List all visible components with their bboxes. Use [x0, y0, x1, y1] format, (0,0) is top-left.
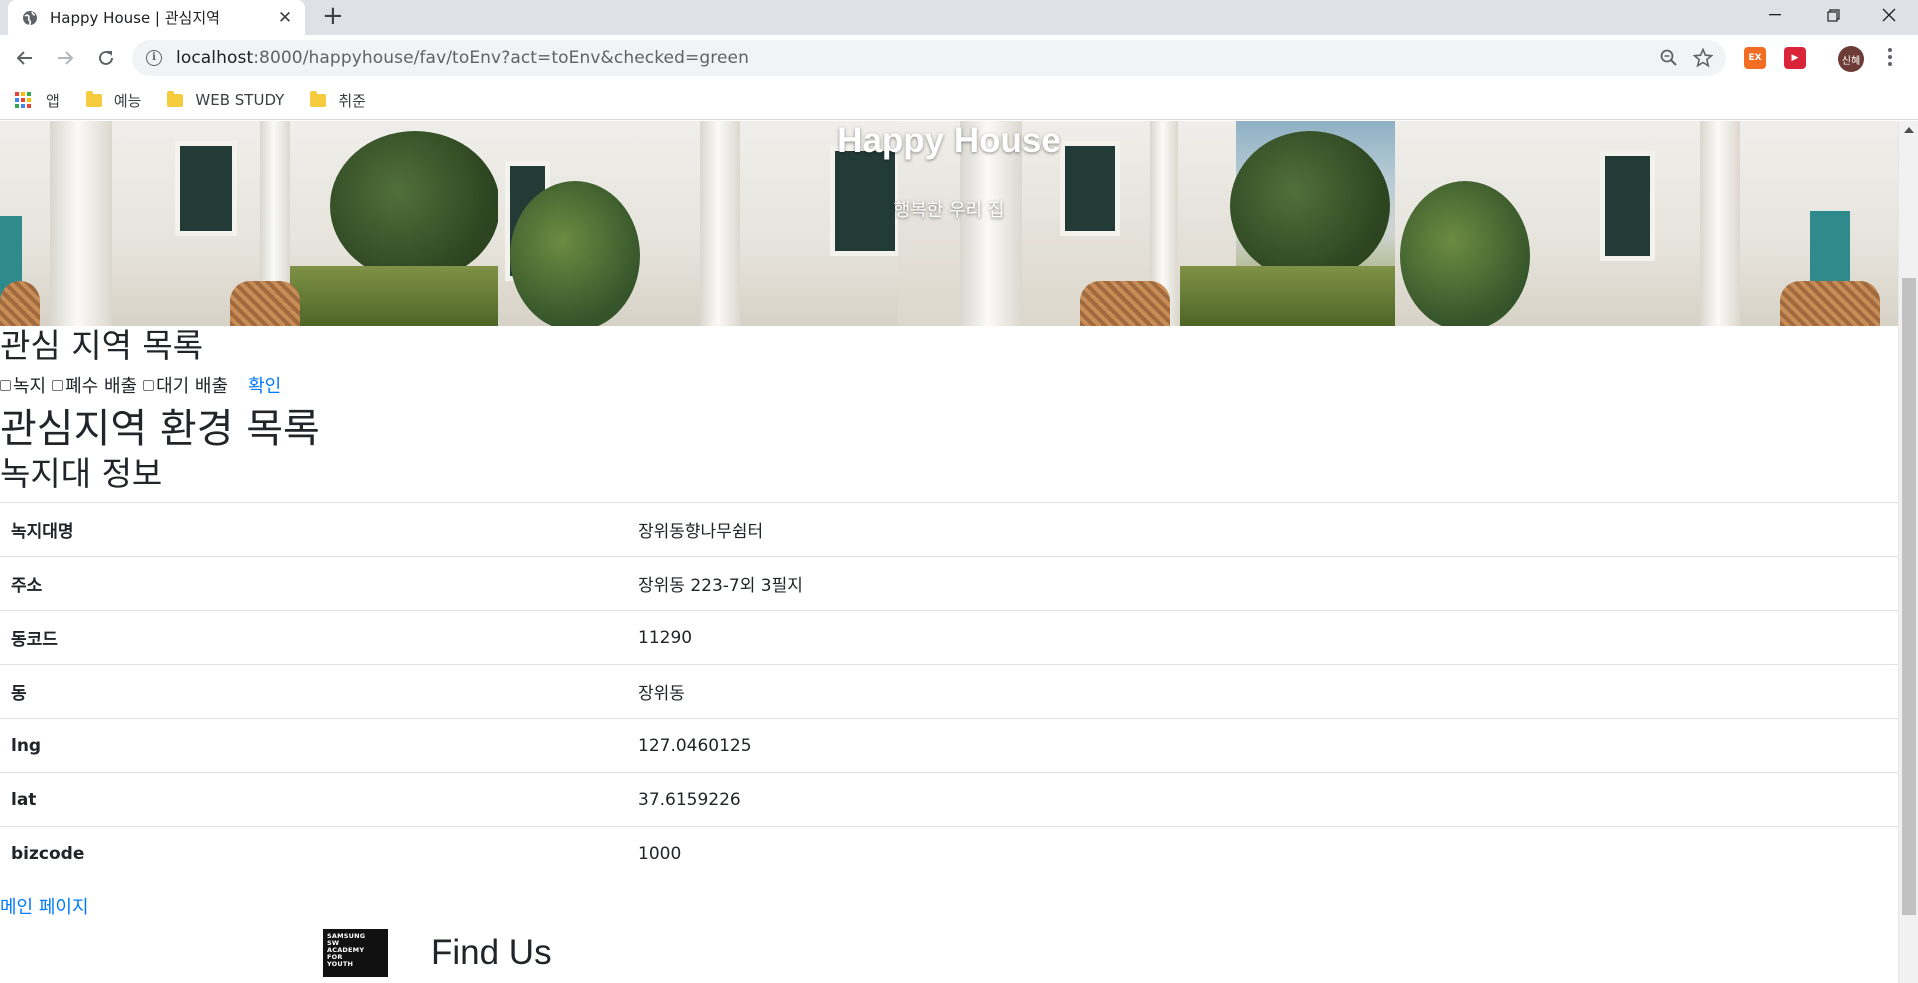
- browser-menu-icon[interactable]: [1886, 48, 1894, 69]
- browser-tab[interactable]: Happy House | 관심지역 ✕: [8, 0, 305, 35]
- table-key: 동: [0, 664, 626, 719]
- folder-icon: [85, 90, 102, 107]
- tab-title: Happy House | 관심지역: [50, 9, 220, 27]
- table-row: bizcode 1000: [0, 826, 1898, 881]
- folder-icon: [310, 90, 327, 107]
- bookmark-folder-entertainment[interactable]: 예능: [85, 90, 142, 111]
- checkbox-box[interactable]: [0, 379, 11, 391]
- profile-avatar[interactable]: 신혜: [1838, 46, 1864, 72]
- page-viewport: Happy House 행복한 우리 집 관심 지역 목록 녹지 폐수 배출 대…: [0, 121, 1898, 983]
- zoom-icon[interactable]: [1652, 40, 1686, 76]
- checkbox-label: 대기 배출: [156, 376, 229, 397]
- checkbox-label: 폐수 배출: [65, 376, 138, 397]
- url-path: :8000/happyhouse/fav/toEnv?act=toEnv&che…: [253, 48, 749, 68]
- find-us-heading: Find Us: [431, 932, 552, 972]
- checkbox-wastewater[interactable]: 폐수 배출: [52, 372, 137, 398]
- table-key: lat: [0, 772, 626, 827]
- restore-window-button[interactable]: [1804, 0, 1862, 30]
- address-bar[interactable]: i localhost:8000/happyhouse/fav/toEnv?ac…: [132, 40, 1726, 76]
- scrollbar-thumb[interactable]: [1902, 278, 1916, 915]
- checkbox-box[interactable]: [143, 379, 155, 391]
- table-row: lng 127.0460125: [0, 718, 1898, 773]
- table-key: bizcode: [0, 826, 626, 881]
- bookmark-label: 앱: [46, 91, 60, 110]
- apps-grid-icon: [15, 91, 32, 109]
- confirm-link[interactable]: 확인: [248, 372, 281, 398]
- main-content: 관심 지역 목록 녹지 폐수 배출 대기 배출 확인 관심지역 환경 목록 녹지…: [0, 326, 1898, 979]
- bookmark-label: WEB STUDY: [195, 91, 285, 109]
- extension-play-icon[interactable]: ▶: [1784, 47, 1806, 69]
- site-title: Happy House: [837, 121, 1061, 160]
- back-arrow-icon: [16, 51, 32, 65]
- new-tab-button[interactable]: +: [322, 2, 344, 30]
- table-row: 동코드 11290: [0, 610, 1898, 665]
- table-key: 녹지대명: [0, 502, 626, 557]
- table-row: 동 장위동: [0, 664, 1898, 719]
- close-window-button[interactable]: [1860, 0, 1918, 30]
- scroll-up-arrow-icon[interactable]: [1903, 127, 1914, 133]
- checkbox-air-emission[interactable]: 대기 배출: [143, 372, 228, 398]
- minimize-window-button[interactable]: [1746, 0, 1804, 30]
- table-value: 37.6159226: [626, 772, 1898, 827]
- table-value: 장위동향나무쉼터: [626, 502, 1898, 557]
- checkbox-label: 녹지: [13, 376, 47, 397]
- footer: SAMSUNG SW ACADEMY FOR YOUTH Find Us: [0, 919, 1898, 979]
- extension-ex-icon[interactable]: EX: [1744, 47, 1766, 69]
- browser-toolbar: i localhost:8000/happyhouse/fav/toEnv?ac…: [0, 35, 1918, 81]
- forward-arrow-icon: [58, 51, 74, 65]
- bookmark-folder-web-study[interactable]: WEB STUDY: [167, 90, 285, 109]
- site-subtitle: 행복한 우리 집: [893, 200, 1005, 221]
- environment-list-heading: 관심지역 환경 목록: [0, 406, 320, 452]
- bookmark-label: 예능: [113, 91, 142, 110]
- minimize-icon: [1769, 14, 1781, 16]
- table-row: 녹지대명 장위동향나무쉼터: [0, 502, 1898, 557]
- reload-button[interactable]: [93, 45, 119, 71]
- folder-icon: [167, 90, 184, 107]
- green-area-table: 녹지대명 장위동향나무쉼터 주소 장위동 223-7외 3필지 동코드 1129…: [0, 502, 1898, 881]
- forward-button[interactable]: [52, 45, 78, 71]
- table-value: 장위동: [626, 664, 1898, 719]
- main-page-link[interactable]: 메인 페이지: [0, 893, 1898, 919]
- bookmark-label: 취준: [338, 91, 366, 110]
- back-button[interactable]: [12, 45, 38, 71]
- url-host: localhost: [176, 48, 254, 68]
- page-scrollbar[interactable]: [1898, 121, 1918, 983]
- table-row: 주소 장위동 223-7외 3필지: [0, 556, 1898, 611]
- table-key: lng: [0, 718, 626, 773]
- table-value: 127.0460125: [626, 718, 1898, 773]
- reload-icon: [99, 50, 113, 65]
- table-value: 11290: [626, 610, 1898, 665]
- bookmarks-bar: 앱 예능 WEB STUDY 취준: [0, 81, 1918, 120]
- browser-tab-strip: Happy House | 관심지역 ✕ +: [0, 0, 1918, 35]
- table-key: 동코드: [0, 610, 626, 665]
- interest-list-heading: 관심 지역 목록: [0, 326, 204, 365]
- close-tab-icon[interactable]: ✕: [275, 8, 295, 28]
- hero-banner: Happy House 행복한 우리 집: [0, 121, 1898, 326]
- table-value: 장위동 223-7외 3필지: [626, 556, 1898, 611]
- checkbox-box[interactable]: [52, 379, 64, 391]
- site-info-icon[interactable]: i: [146, 50, 162, 66]
- logo-line: YOUTH: [327, 959, 354, 968]
- table-row: lat 37.6159226: [0, 772, 1898, 827]
- bookmark-folder-job[interactable]: 취준: [310, 90, 366, 111]
- samsung-academy-logo: SAMSUNG SW ACADEMY FOR YOUTH: [323, 928, 388, 977]
- bookmark-star-icon[interactable]: [1686, 40, 1720, 76]
- checkbox-green-area[interactable]: 녹지: [0, 372, 46, 398]
- url-text[interactable]: localhost:8000/happyhouse/fav/toEnv?act=…: [176, 48, 1652, 68]
- globe-icon: [23, 10, 37, 26]
- table-value: 1000: [626, 826, 1898, 881]
- restore-icon: [1826, 8, 1840, 22]
- close-icon: [1882, 8, 1896, 22]
- table-key: 주소: [0, 556, 626, 611]
- green-area-info-heading: 녹지대 정보: [0, 454, 163, 493]
- filter-checkboxes: 녹지 폐수 배출 대기 배출 확인: [0, 370, 1898, 400]
- bookmark-apps[interactable]: 앱: [15, 90, 60, 111]
